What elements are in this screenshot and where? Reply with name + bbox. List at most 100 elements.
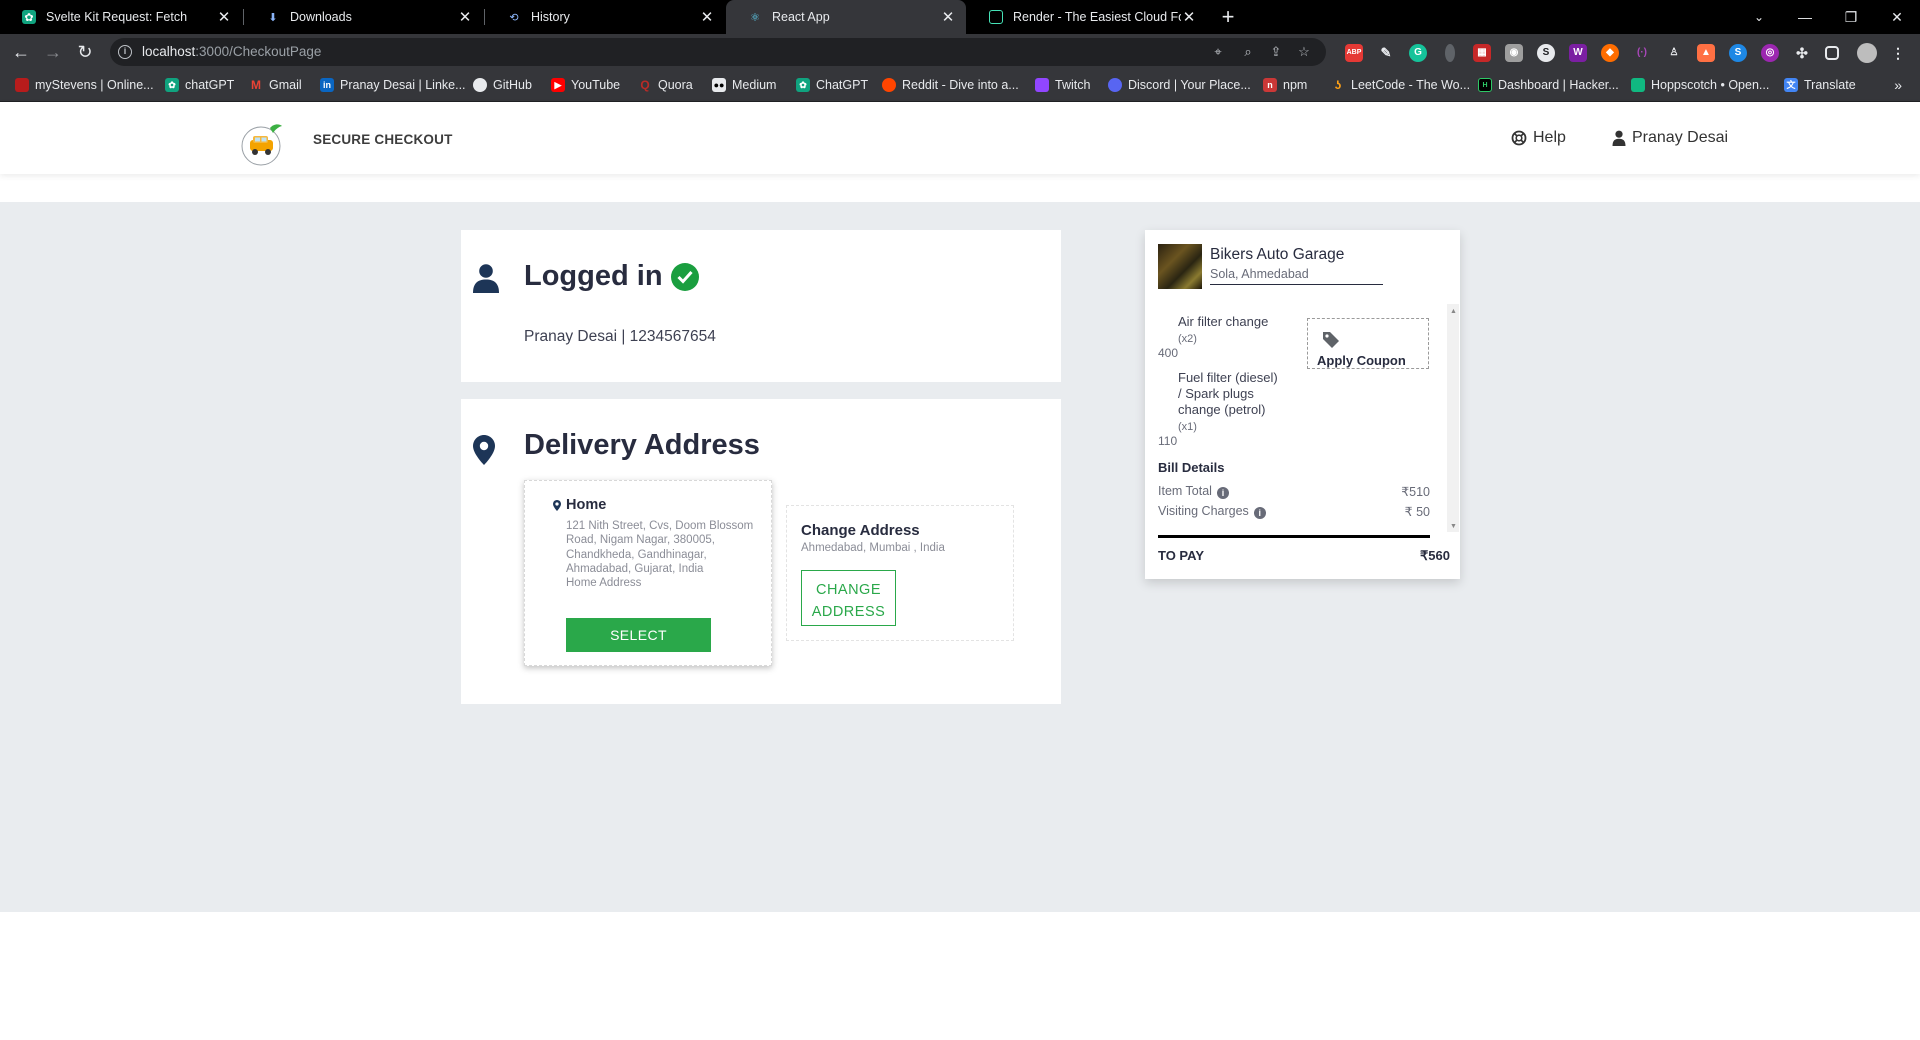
change-address-button[interactable]: CHANGE ADDRESS [801,570,896,626]
bookmark-item[interactable]: Q Quora [638,78,693,92]
cart-items-scroll[interactable]: Air filter change (x2) 400 Fuel filter (… [1145,304,1460,532]
camera-extension-icon[interactable]: ◉ [1505,44,1523,62]
close-window-icon[interactable]: ✕ [1874,0,1920,34]
visiting-charges-row: Visiting Charges i ₹ 50 [1158,504,1430,519]
to-pay-row: TO PAY ₹560 [1158,548,1450,564]
grammarly-extension-icon[interactable]: G [1409,44,1427,62]
info-icon[interactable]: i [1253,507,1266,519]
profile-avatar[interactable] [1857,43,1877,63]
site-info-icon[interactable]: i [118,45,132,59]
user-menu[interactable]: Pranay Desai [1612,129,1728,147]
extension-icon[interactable]: S [1537,44,1555,62]
bookmark-item[interactable]: 文 Translate [1784,78,1856,92]
extension-icon[interactable] [1445,44,1455,62]
close-tab-icon[interactable]: ✕ [699,8,715,26]
tab-history[interactable]: ⟲ History ✕ [485,0,725,34]
extension-icon[interactable]: ♙ [1665,44,1683,62]
extension-icon[interactable]: ▦ [1473,44,1491,62]
bookmark-item[interactable]: Reddit - Dive into a... [882,78,1019,92]
bill-details-heading: Bill Details [1158,460,1225,475]
new-tab-plus-icon[interactable]: + [1214,3,1242,31]
tab-svelte-kit[interactable]: ✿ Svelte Kit Request: Fetch ✕ [0,0,242,34]
tab-title: React App [772,10,830,24]
extension-icon[interactable]: ◆ [1601,44,1619,62]
extension-icon[interactable]: W [1569,44,1587,62]
garage-location: Sola, Ahmedabad [1210,267,1383,285]
bookmark-item[interactable]: Discord | Your Place... [1108,78,1251,92]
item-name-text: Air filter change [1178,314,1269,329]
bookmark-item[interactable]: M Gmail [249,78,302,92]
tab-search-chevron-icon[interactable]: ⌄ [1736,0,1782,34]
minimize-icon[interactable]: — [1782,0,1828,34]
home-address-card[interactable]: Home 121 Nith Street, Cvs, Doom Blossom … [524,480,772,666]
adblock-extension-icon[interactable]: ABP [1345,44,1363,62]
browser-menu-icon[interactable]: ⋮ [1889,44,1907,62]
bookmark-item[interactable]: n npm [1263,78,1307,92]
history-icon: ⟲ [509,11,519,24]
change-address-subtitle: Ahmedabad, Mumbai , India [801,542,945,554]
pen-extension-icon[interactable]: ✎ [1377,44,1395,62]
bookmark-item[interactable]: ●● Medium [712,78,776,92]
bookmark-item[interactable]: myStevens | Online... [15,78,154,92]
info-icon[interactable]: i [1216,487,1229,499]
bookmark-item[interactable]: ʖ LeetCode - The Wo... [1331,78,1470,92]
item-total-row: Item Total i ₹510 [1158,484,1430,499]
reload-icon[interactable]: ↻ [73,40,97,64]
tab-downloads[interactable]: ⬇ Downloads ✕ [244,0,483,34]
change-address-title: Change Address [801,522,920,539]
bookmark-label: Twitch [1055,78,1091,92]
bookmark-item[interactable]: ✿ ChatGPT [796,78,868,92]
npm-icon: n [1263,78,1277,92]
bookmark-item[interactable]: Twitch [1035,78,1090,92]
forward-arrow-icon[interactable]: → [41,40,65,64]
select-address-button[interactable]: SELECT [566,618,711,652]
url-host: localhost [142,44,196,59]
bookmark-label: Dashboard | Hacker... [1498,78,1619,92]
visiting-charges-value: ₹ 50 [1404,505,1430,519]
restore-icon[interactable]: ❐ [1828,0,1874,34]
divider [1158,535,1430,538]
bookmark-star-icon[interactable]: ☆ [1296,44,1312,60]
zoom-icon[interactable]: ⌕ [1240,44,1256,60]
bookmark-item[interactable]: ▶ YouTube [551,78,620,92]
bookmark-item[interactable]: H Dashboard | Hacker... [1478,78,1619,92]
close-tab-icon[interactable]: ✕ [1181,8,1197,26]
extension-icon[interactable]: ◎ [1761,44,1779,62]
side-panel-icon[interactable] [1825,46,1839,60]
share-icon[interactable]: ⇪ [1268,44,1284,60]
close-tab-icon[interactable]: ✕ [940,8,956,26]
scroll-down-arrow-icon[interactable]: ▼ [1450,523,1457,530]
tab-react-app[interactable]: ⚛ React App ✕ [726,0,966,34]
more-bookmarks-icon[interactable]: » [1894,77,1902,93]
extensions-puzzle-icon[interactable]: ✣ [1793,44,1811,62]
item-total-label: Item Total [1158,484,1212,498]
bookmark-item[interactable]: Hoppscotch • Open... [1631,78,1769,92]
checkout-page: SECURE CHECKOUT Help Pranay Desai Logged… [0,102,1920,1040]
bookmark-item[interactable]: GitHub [473,78,532,92]
scrollbar[interactable]: ▲ ▼ [1447,304,1459,532]
chatgpt-icon: ✿ [796,78,810,92]
extension-icon[interactable]: S [1729,44,1747,62]
bookmark-label: YouTube [571,78,621,92]
apply-coupon-button[interactable]: Apply Coupon [1307,318,1429,369]
help-link[interactable]: Help [1511,129,1566,147]
address-type: Home Address [566,577,642,589]
scroll-up-arrow-icon[interactable]: ▲ [1450,308,1457,315]
extension-icon[interactable]: (·) [1633,44,1651,62]
translate-icon: 文 [1784,78,1798,92]
close-tab-icon[interactable]: ✕ [457,8,473,26]
tab-render[interactable]: Render - The Easiest Cloud For All ✕ [967,0,1207,34]
item-total-label-wrap: Item Total i [1158,484,1229,499]
metamask-extension-icon[interactable]: ▲ [1697,44,1715,62]
map-marker-icon [473,435,495,470]
back-arrow-icon[interactable]: ← [9,40,33,64]
address-bar[interactable]: i localhost:3000/CheckoutPage ⌖ ⌕ ⇪ ☆ [110,38,1326,66]
close-tab-icon[interactable]: ✕ [216,8,232,26]
brand-logo[interactable] [240,122,286,166]
bookmark-item[interactable]: ✿ chatGPT [165,78,234,92]
location-pin-icon[interactable]: ⌖ [1210,44,1226,60]
bookmark-label: Quora [658,78,693,92]
bookmark-item[interactable]: in Pranay Desai | Linke... [320,78,466,92]
logged-in-title: Logged in [524,260,699,293]
item-quantity: (x2) [1178,333,1197,345]
